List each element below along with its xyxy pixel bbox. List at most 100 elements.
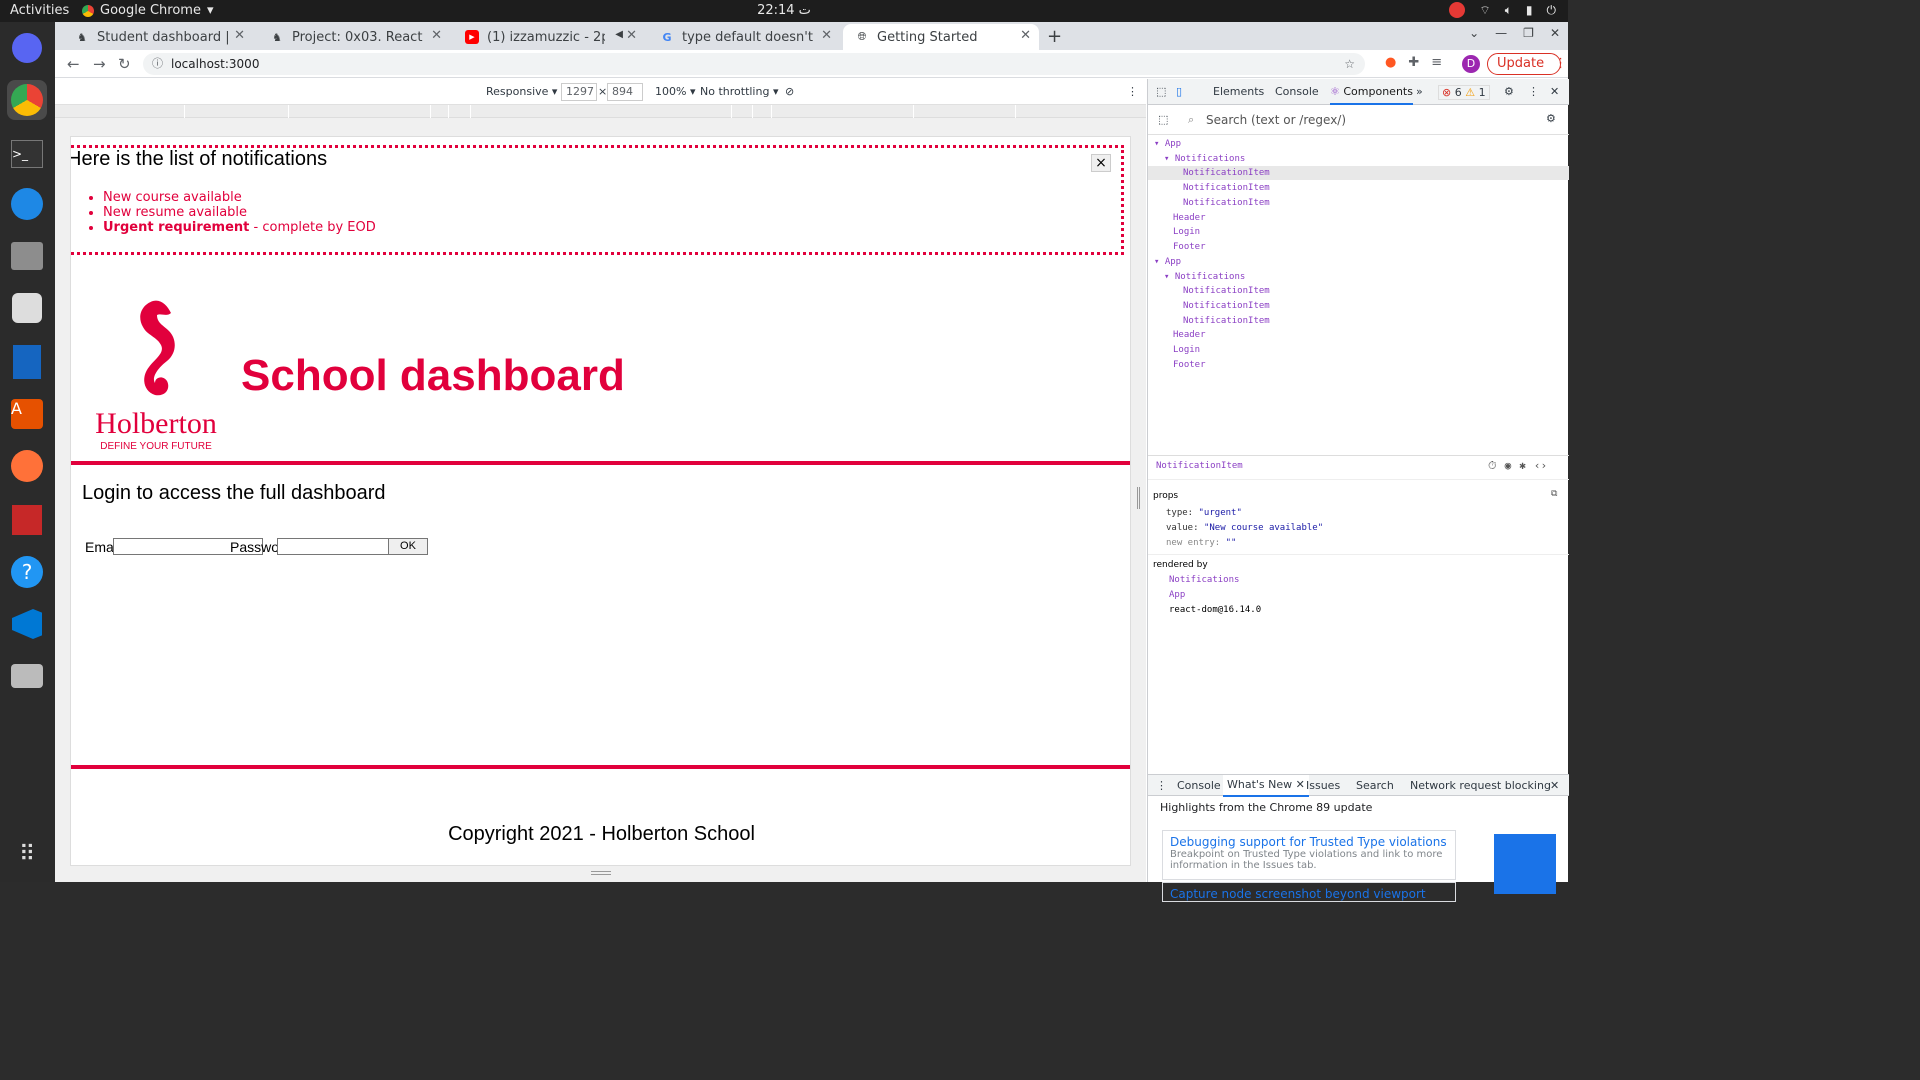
tab-getting-started[interactable]: 🌐︎ Getting Started ✕ — [843, 24, 1039, 50]
rendered-by-item[interactable]: App — [1169, 590, 1185, 600]
tab-search-icon[interactable]: ⌄ — [1469, 26, 1479, 40]
firefox-icon[interactable] — [7, 446, 47, 486]
tab-google-search[interactable]: G type default doesn't chan ✕ — [648, 24, 840, 50]
media-query-ruler[interactable] — [55, 105, 1146, 118]
wifi-icon[interactable]: ⌔ — [1479, 3, 1490, 18]
terminal-icon[interactable]: >_ — [7, 134, 47, 174]
close-icon[interactable]: ✕ — [1296, 778, 1305, 791]
tree-node[interactable]: Header — [1173, 328, 1206, 342]
zoom-select[interactable]: 100% ▾ — [655, 85, 695, 98]
reload-icon[interactable]: ↻ — [118, 55, 131, 73]
device-toggle-icon[interactable]: ▯ — [1176, 85, 1182, 98]
bottom-resize-handle[interactable] — [591, 871, 611, 875]
minimize-icon[interactable]: — — [1495, 26, 1507, 40]
rhythmbox-icon[interactable] — [7, 288, 47, 328]
speaker-icon[interactable]: ◀ — [615, 29, 623, 40]
prop-row[interactable]: new entry: "" — [1166, 538, 1236, 548]
code-icon[interactable]: ‹› — [1534, 459, 1547, 473]
tab-console[interactable]: Console — [1275, 85, 1319, 98]
tree-node[interactable]: Login — [1173, 343, 1200, 357]
drawer-menu-icon[interactable]: ⋮ — [1156, 779, 1167, 792]
tab-project[interactable]: ♞ Project: 0x03. React props ✕ — [258, 24, 450, 50]
tab-youtube[interactable]: ▶ (1) izzamuzzic - 2pac re ◀ ✕ — [453, 24, 645, 50]
tree-node[interactable]: Header — [1173, 211, 1206, 225]
settings-icon[interactable]: ⚙ — [1504, 85, 1514, 98]
puzzle-icon[interactable]: ✚ — [1408, 55, 1419, 70]
issues-counter[interactable]: ⊗ 6 ⚠ 1 — [1438, 85, 1490, 100]
avatar[interactable]: D — [1462, 55, 1480, 73]
drawer-tab-whats-new[interactable]: What's New ✕ — [1223, 775, 1309, 797]
vscode-icon[interactable] — [7, 604, 47, 644]
clock[interactable]: 22:14 ت — [0, 3, 1568, 18]
close-notifications-button[interactable]: × — [1091, 154, 1111, 172]
tree-node[interactable]: NotificationItem — [1183, 314, 1270, 328]
close-drawer-icon[interactable]: ✕ — [1550, 779, 1559, 792]
close-devtools-icon[interactable]: ✕ — [1550, 85, 1559, 98]
rotate-icon[interactable]: ⊘ — [785, 85, 794, 98]
show-apps-icon[interactable]: ⠿ — [7, 834, 47, 874]
eye-icon[interactable]: ◉ — [1505, 459, 1512, 473]
tree-node[interactable]: NotificationItem — [1148, 166, 1569, 180]
whats-new-card[interactable]: Capture node screenshot beyond viewport — [1162, 882, 1456, 902]
rendered-by-item[interactable]: Notifications — [1169, 575, 1239, 585]
system-tray[interactable]: ⌔ 🔈︎ ▮ ⏻ — [1449, 2, 1556, 18]
tree-node[interactable]: ▾ Notifications — [1164, 270, 1245, 284]
devtools-menu-icon[interactable]: ⋮ — [1528, 85, 1539, 98]
drawer-tab-search[interactable]: Search — [1356, 779, 1394, 792]
close-icon[interactable]: ✕ — [431, 28, 442, 43]
update-button[interactable]: Update ⋮ — [1487, 53, 1567, 75]
width-input[interactable]: 1297 — [561, 83, 597, 101]
back-icon[interactable]: ← — [67, 55, 80, 73]
tree-node[interactable]: Login — [1173, 225, 1200, 239]
power-icon[interactable]: ⏻ — [1547, 3, 1557, 18]
prop-row[interactable]: type: "urgent" — [1166, 508, 1242, 518]
camera-icon[interactable] — [7, 656, 47, 696]
tab-components[interactable]: ⚛ Components — [1330, 85, 1413, 105]
no-entry-icon[interactable] — [1449, 2, 1466, 18]
tree-node[interactable]: Footer — [1173, 240, 1206, 254]
battery-icon[interactable]: ▮ — [1526, 3, 1533, 17]
tree-node[interactable]: ▾ App — [1154, 137, 1181, 151]
tree-node[interactable]: NotificationItem — [1183, 181, 1270, 195]
prop-row[interactable]: value: "New course available" — [1166, 523, 1323, 533]
drawer-tab-issues[interactable]: Issues — [1306, 779, 1340, 792]
tree-node[interactable]: ▾ App — [1154, 255, 1181, 269]
extension-icon[interactable]: ● — [1385, 55, 1396, 70]
timer-icon[interactable]: ⏱ — [1488, 459, 1497, 473]
copy-icon[interactable]: ⧉ — [1551, 489, 1557, 499]
writer-icon[interactable] — [7, 342, 47, 382]
notification-item[interactable]: New resume available — [103, 205, 376, 220]
site-info-icon[interactable]: ⓘ — [152, 53, 163, 75]
tab-elements[interactable]: Elements — [1213, 85, 1264, 98]
notification-item[interactable]: New course available — [103, 190, 376, 205]
tab-student-dashboard[interactable]: ♞ Student dashboard | Holb ✕ — [63, 24, 253, 50]
more-tabs-icon[interactable]: » — [1416, 85, 1423, 98]
drawer-tab-network-blocking[interactable]: Network request blocking — [1410, 779, 1551, 792]
throttling-select[interactable]: No throttling ▾ — [700, 85, 778, 98]
close-icon[interactable]: ✕ — [821, 28, 832, 43]
height-input[interactable]: 894 — [607, 83, 643, 101]
chrome-icon[interactable] — [7, 80, 47, 120]
device-mode-select[interactable]: Responsive ▾ — [486, 85, 557, 98]
star-icon[interactable]: ☆ — [1344, 53, 1355, 75]
panel-divider[interactable] — [1148, 455, 1569, 456]
restore-icon[interactable]: ❐ — [1523, 26, 1534, 40]
whats-new-card[interactable]: Debugging support for Trusted Type viola… — [1162, 830, 1456, 880]
close-icon[interactable]: ✕ — [1020, 28, 1031, 43]
close-icon[interactable]: ✕ — [626, 28, 637, 43]
thunderbird-icon[interactable] — [7, 184, 47, 224]
forward-icon[interactable]: → — [93, 55, 106, 73]
url-bar[interactable]: ⓘ localhost:3000 ☆ — [143, 53, 1365, 75]
new-tab-button[interactable]: + — [1047, 26, 1062, 47]
tree-node[interactable]: NotificationItem — [1183, 196, 1270, 210]
drawing-icon[interactable] — [7, 500, 47, 540]
notification-item[interactable]: Urgent requirement - complete by EOD — [103, 220, 376, 235]
close-window-icon[interactable]: ✕ — [1550, 26, 1560, 40]
bug-icon[interactable]: ✱ — [1519, 459, 1526, 473]
inspect-icon[interactable]: ⬚ — [1156, 85, 1166, 98]
files-icon[interactable] — [7, 236, 47, 276]
help-icon[interactable]: ? — [7, 552, 47, 592]
ok-button[interactable]: OK — [388, 538, 428, 555]
tree-node[interactable]: NotificationItem — [1183, 284, 1270, 298]
search-input[interactable]: Search (text or /regex/) — [1206, 113, 1346, 127]
